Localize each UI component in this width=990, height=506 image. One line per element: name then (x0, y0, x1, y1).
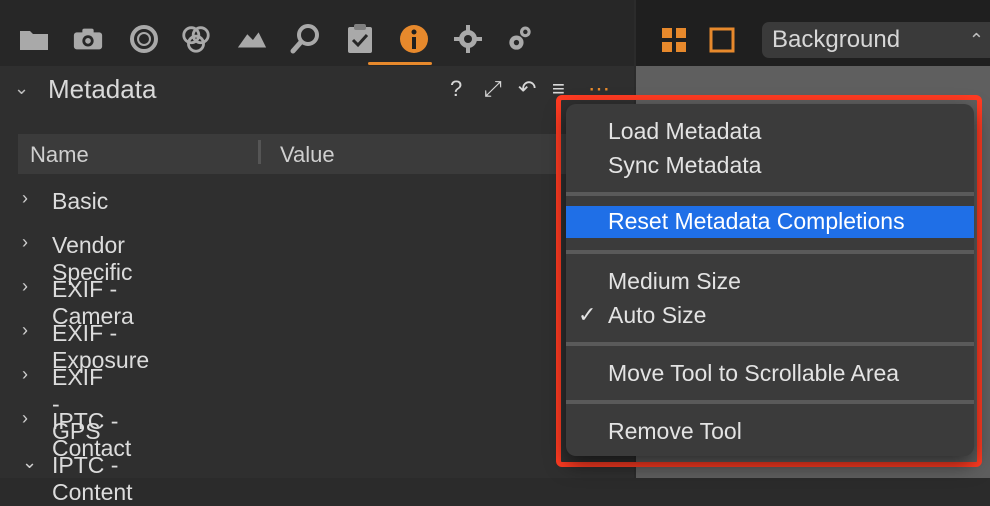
collapse-chevron-icon[interactable]: ⌄ (14, 78, 29, 99)
menu-item-label: Load Metadata (608, 118, 762, 144)
active-tab-indicator (368, 62, 432, 65)
reset-icon[interactable]: ↶ (518, 76, 536, 102)
menu-item-label: Reset Metadata Completions (608, 208, 905, 234)
column-name: Name (30, 142, 89, 167)
background-select-value: Background (772, 26, 901, 53)
menu-item-sync-metadata[interactable]: Sync Metadata (566, 150, 974, 182)
metadata-table-header: Name Value (18, 134, 634, 174)
menu-separator (566, 342, 974, 346)
camera-icon[interactable] (72, 22, 104, 56)
row-label: Basic (52, 188, 109, 214)
folder-icon[interactable] (18, 22, 50, 56)
landscape-icon[interactable] (236, 22, 268, 56)
grid-view-icon[interactable] (660, 26, 688, 54)
help-icon[interactable]: ? (450, 76, 462, 102)
circle-icon[interactable] (128, 22, 160, 56)
row-chevron-down-icon: ⌄ (22, 452, 38, 472)
column-value: Value (280, 142, 335, 167)
row-chevron-icon: › (22, 364, 28, 384)
clipboard-check-icon[interactable] (344, 22, 376, 56)
menu-separator (566, 192, 974, 196)
info-icon[interactable] (398, 22, 430, 56)
menu-separator (566, 250, 974, 254)
menu-item-label: Auto Size (608, 302, 707, 328)
single-view-icon[interactable] (708, 26, 736, 54)
expand-icon[interactable]: ⤢ (484, 76, 502, 102)
menu-item-label: Move Tool to Scrollable Area (608, 360, 900, 386)
search-icon[interactable] (290, 22, 322, 56)
menu-item-medium-size[interactable]: Medium Size (566, 266, 974, 298)
row-chevron-icon: › (22, 276, 28, 296)
row-chevron-icon: › (22, 408, 28, 428)
tool-tabs-bar (0, 0, 634, 66)
select-chevron-icon: ⌃ (968, 30, 984, 50)
row-chevron-icon: › (22, 320, 28, 340)
gear-icon[interactable] (452, 22, 484, 56)
overlapping-circles-icon[interactable] (180, 22, 212, 56)
row-chevron-icon: › (22, 188, 28, 208)
menu-item-auto-size[interactable]: ✓ Auto Size (566, 300, 974, 332)
column-separator (258, 140, 261, 164)
context-menu: Load Metadata Sync Metadata Reset Metada… (566, 104, 974, 456)
menu-item-remove-tool[interactable]: Remove Tool (566, 416, 974, 448)
row-label: IPTC - Content (52, 452, 133, 505)
menu-item-label: Remove Tool (608, 418, 742, 444)
panel-title: Metadata (48, 74, 157, 104)
menu-item-label: Sync Metadata (608, 152, 762, 178)
gears-icon[interactable] (504, 22, 536, 56)
menu-separator (566, 400, 974, 404)
checkmark-icon: ✓ (578, 302, 597, 327)
background-select[interactable]: Background ⌃ (762, 22, 990, 58)
menu-item-label: Medium Size (608, 268, 741, 294)
row-chevron-icon: › (22, 232, 28, 252)
menu-item-move-tool[interactable]: Move Tool to Scrollable Area (566, 358, 974, 390)
menu-item-reset-metadata-completions[interactable]: Reset Metadata Completions (566, 206, 974, 238)
menu-item-load-metadata[interactable]: Load Metadata (566, 116, 974, 148)
